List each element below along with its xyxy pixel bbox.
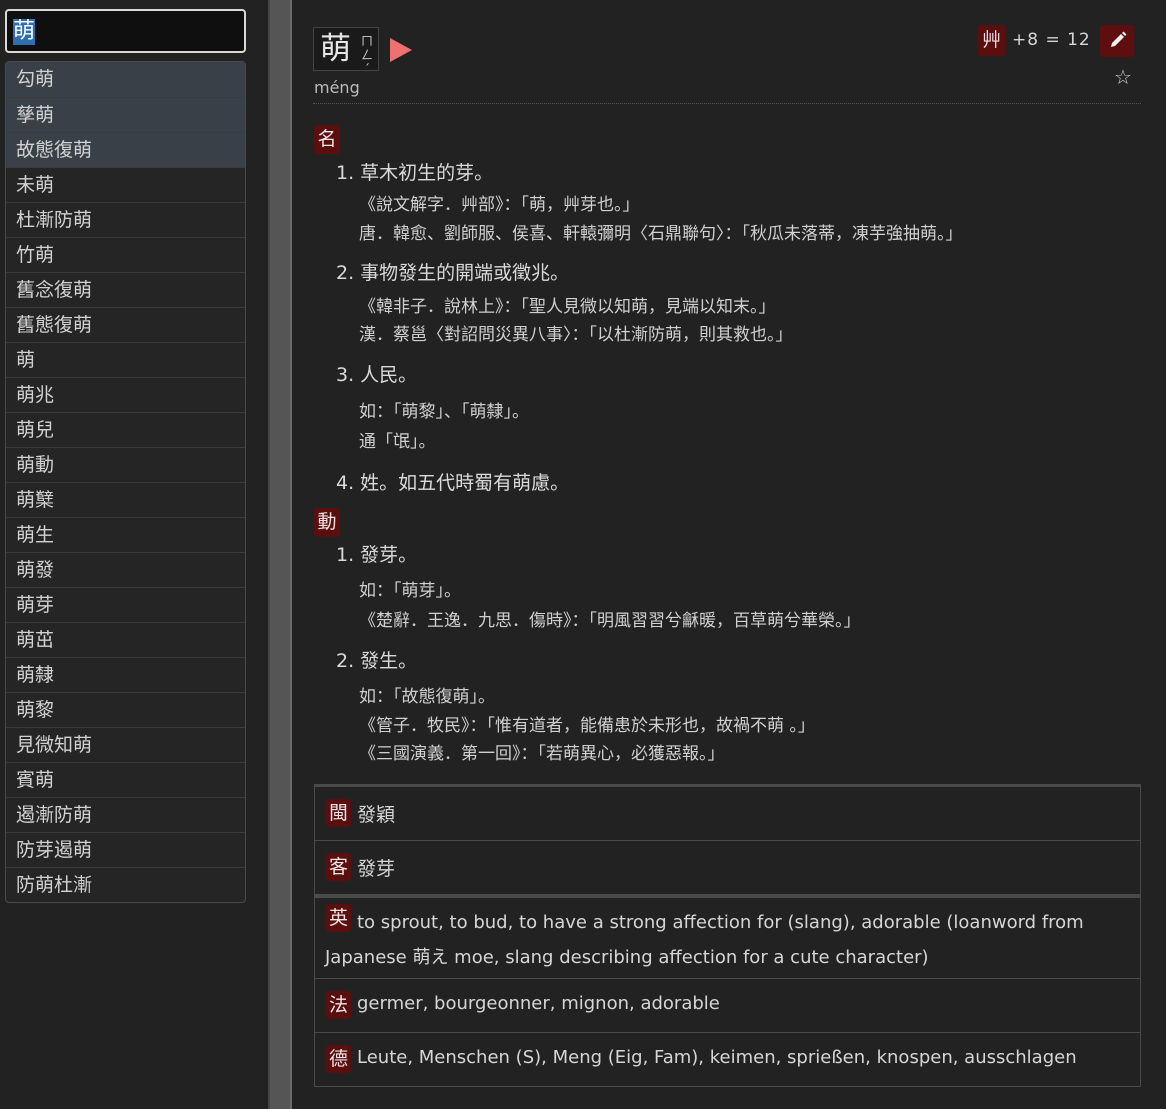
edit-button[interactable]	[1100, 25, 1134, 57]
result-item[interactable]: 萌茁	[6, 622, 245, 657]
bopomofo-symbol: ˊ	[364, 62, 370, 76]
heading-divider	[313, 103, 1141, 104]
result-item[interactable]: 萌	[6, 342, 245, 377]
definition-text: 3. 人民。	[336, 364, 418, 386]
search-input[interactable]: 萌	[5, 9, 246, 53]
autocomplete-list: 勾萌 孳萌 故態復萌 未萌 杜漸防萌 竹萌 舊念復萌 舊態復萌萌萌兆 萌兒 萌動 萌櫱 萌生 萌發 萌芽萌…	[5, 61, 246, 903]
sidebar: 萌 勾萌 孳萌 故態復萌 未萌 杜漸防萌 竹萌 舊念復萌 舊態復萌萌萌兆 萌兒 萌動 萌櫱 萌生 萌發萌…	[0, 0, 268, 1109]
language-badge: 法	[326, 991, 351, 1019]
result-item[interactable]: 萌兆	[6, 377, 245, 412]
definition-example: 如：「萌芽」。	[359, 581, 461, 601]
dialect-word: 發芽	[357, 858, 396, 880]
pencil-icon	[1111, 31, 1127, 47]
panel-resize-handle[interactable]	[268, 0, 292, 1109]
result-item[interactable]: 防萌杜漸	[6, 867, 245, 902]
result-item[interactable]: 舊態復萌	[6, 307, 245, 342]
result-item[interactable]: 萌兒	[6, 412, 245, 447]
dialect-row: 閩發穎	[314, 787, 1141, 841]
definition-example: 漢．蔡邕〈對詔問災異八事〉：「以杜漸防萌，則其救也。」	[359, 325, 793, 345]
definition-text: 1. 草木初生的芽。	[336, 162, 494, 184]
result-item[interactable]: 竹萌	[6, 237, 245, 272]
character-heading: 萌 ㄇㄥˊ	[313, 27, 379, 76]
bopomofo-symbol: ㄥ	[360, 48, 373, 62]
result-item[interactable]: 舊念復萌	[6, 272, 245, 307]
definition-example: 如：「故態復萌」。	[359, 687, 495, 707]
result-item[interactable]: 萌隸	[6, 657, 245, 692]
definition-text: 2. 事物發生的開端或徵兆。	[336, 262, 570, 284]
result-item[interactable]: 孳萌	[6, 97, 245, 132]
definition-example: 通「氓」。	[359, 432, 436, 452]
result-item[interactable]: 萌芽	[6, 587, 245, 622]
translation-text: Japanese 萌え moe, slang describing affect…	[325, 947, 929, 968]
result-item[interactable]: 未萌	[6, 167, 245, 202]
translation-text: to sprout, to bud, to have a strong affe…	[357, 912, 1084, 933]
definition-example: 如：「萌黎」、「萌隸」。	[359, 402, 529, 422]
definition-text: 2. 發生。	[336, 650, 418, 672]
result-item[interactable]: 萌生	[6, 517, 245, 552]
translation-text: germer, bourgeonner, mignon, adorable	[357, 993, 720, 1014]
definition-text: 4. 姓。如五代時蜀有萌慮。	[336, 472, 570, 494]
stroke-count: +8 = 12	[1012, 30, 1091, 50]
definition-example: 《楚辭．王逸．九思．傷時》：「明風習習兮龢暖，百草萌兮華榮。」	[359, 611, 861, 631]
definition-example: 唐．韓愈、劉師服、侯喜、軒轅彌明〈石鼎聯句〉：「秋瓜未落蒂，凍芋強抽萌。」	[359, 224, 963, 244]
dialect-word: 發穎	[357, 804, 396, 826]
result-item[interactable]: 見微知萌	[6, 727, 245, 762]
translation-text: Leute, Menschen (S), Meng (Eig, Fam), ke…	[357, 1047, 1077, 1068]
result-item[interactable]: 遏漸防萌	[6, 797, 245, 832]
entry-panel: 萌 ㄇㄥˊ méng 艸 +8 = 12 ☆ 名 1. 草木初生的芽。《說文解字．…	[292, 0, 1166, 1109]
definition-example: 《韓非子．說林上》：「聖人見微以知萌，見端以知末。」	[359, 297, 776, 317]
dialect-row: 客發芽	[314, 841, 1141, 895]
definition-example: 《管子．牧民》：「惟有道者，能備患於未形也，故禍不萌 。」	[359, 716, 815, 736]
pinyin: méng	[314, 78, 360, 97]
result-item[interactable]: 萌動	[6, 447, 245, 482]
translation-row: 英 to sprout, to bud, to have a strong aff…	[314, 895, 1141, 979]
result-item[interactable]: 防芽遏萌	[6, 832, 245, 867]
search-input-value[interactable]: 萌	[13, 19, 36, 45]
language-badge: 閩	[326, 799, 351, 827]
translation-row: 法 germer, bourgeonner, mignon, adorable	[314, 979, 1141, 1033]
bopomofo-symbol: ㄇ	[360, 34, 373, 48]
definition-example: 《說文解字．艸部》：「萌，艸芽也。」	[359, 195, 640, 215]
bopomofo: ㄇㄥˊ	[359, 34, 375, 76]
translation-row: 德 Leute, Menschen (S), Meng (Eig, Fam), k…	[314, 1033, 1141, 1087]
part-of-speech-badge: 動	[314, 508, 340, 537]
star-icon[interactable]: ☆	[1114, 65, 1132, 89]
result-item[interactable]: 萌櫱	[6, 482, 245, 517]
definition-example: 《三國演義．第一回》：「若萌異心，必獲惡報。」	[359, 744, 725, 764]
part-of-speech-badge: 名	[314, 125, 340, 154]
character-title: 萌	[320, 31, 351, 67]
result-item[interactable]: 杜漸防萌	[6, 202, 245, 237]
language-badge: 德	[326, 1045, 351, 1073]
translations-panel: 閩發穎客發芽英 to sprout, to bud, to have a stro…	[314, 784, 1141, 1087]
radical-badge[interactable]: 艸	[978, 25, 1005, 56]
play-icon[interactable]	[390, 38, 412, 62]
result-item[interactable]: 故態復萌	[6, 132, 245, 167]
result-item[interactable]: 萌發	[6, 552, 245, 587]
result-item[interactable]: 勾萌	[6, 62, 245, 97]
language-badge: 英	[326, 904, 351, 932]
result-item[interactable]: 賓萌	[6, 762, 245, 797]
language-badge: 客	[326, 853, 351, 881]
result-item[interactable]: 萌黎	[6, 692, 245, 727]
definition-text: 1. 發芽。	[336, 544, 418, 566]
